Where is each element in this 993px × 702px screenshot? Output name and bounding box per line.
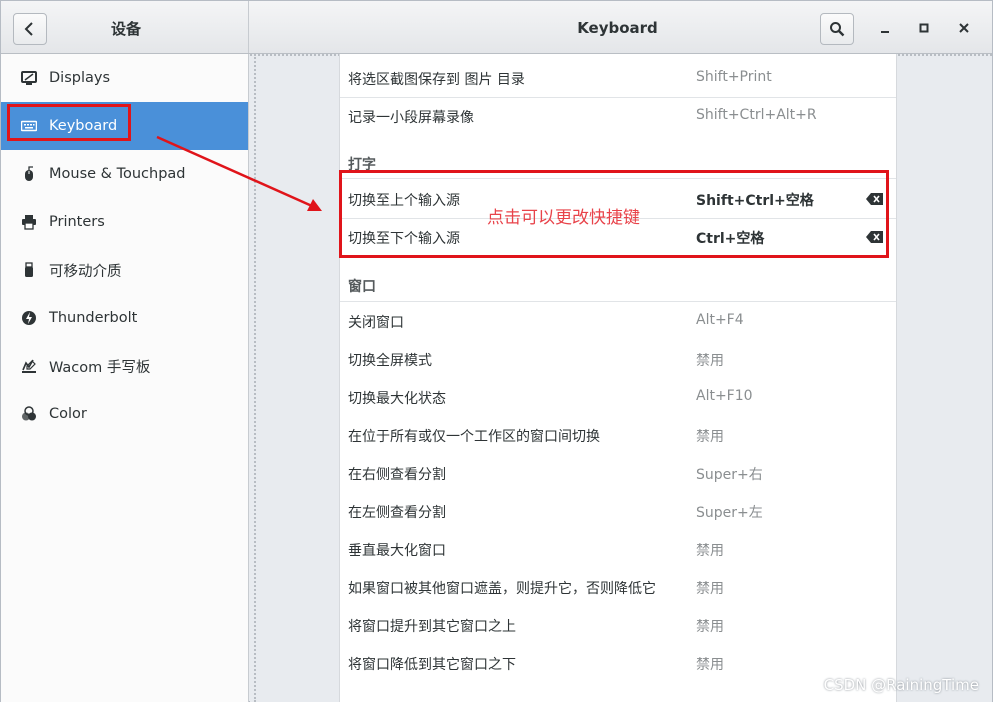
sidebar-item-label: Color <box>49 406 87 422</box>
shortcut-row[interactable]: 在右侧查看分割 Super+右 <box>340 454 896 492</box>
color-icon <box>21 406 37 422</box>
annotation-box-keyboard <box>7 104 131 141</box>
sidebar-item-wacom[interactable]: Wacom 手写板 <box>1 342 248 390</box>
shortcut-accel: Alt+F10 <box>696 388 753 404</box>
shortcut-name: 将窗口提升到其它窗口之上 <box>348 619 516 635</box>
shortcut-row[interactable]: 关闭窗口 Alt+F4 <box>340 302 896 340</box>
sidebar-item-mouse-touchpad[interactable]: Mouse & Touchpad <box>1 150 248 198</box>
shortcut-name: 垂直最大化窗口 <box>348 543 446 559</box>
shortcut-name: 在右侧查看分割 <box>348 467 446 483</box>
thunderbolt-icon <box>21 310 37 326</box>
shortcut-name: 将窗口降低到其它窗口之下 <box>348 657 516 673</box>
shortcut-accel: 禁用 <box>696 619 724 635</box>
sidebar-item-label: Displays <box>49 70 111 86</box>
sidebar-item-label: 可移动介质 <box>49 263 122 280</box>
sidebar-item-label: Mouse & Touchpad <box>49 166 186 182</box>
sidebar-item-displays[interactable]: Displays <box>1 54 248 102</box>
annotation-text: 点击可以更改快捷键 <box>487 208 640 228</box>
usb-drive-icon <box>21 262 37 278</box>
shortcut-name: 如果窗口被其他窗口遮盖，则提升它，否则降低它 <box>348 581 656 597</box>
sidebar-item-color[interactable]: Color <box>1 390 248 438</box>
shortcut-row[interactable]: 将窗口降低到其它窗口之下 禁用 <box>340 644 896 682</box>
section-header-window: 窗口 <box>348 279 376 295</box>
shortcut-row[interactable]: 将窗口提升到其它窗口之上 禁用 <box>340 606 896 644</box>
header-bar: 设备 Keyboard <box>1 1 992 54</box>
shortcut-row[interactable]: 如果窗口被其他窗口遮盖，则提升它，否则降低它 禁用 <box>340 568 896 606</box>
settings-window: 设备 Keyboard Displays Keyboard Mouse & To… <box>0 0 993 702</box>
shortcut-row[interactable]: 在左侧查看分割 Super+左 <box>340 492 896 530</box>
search-icon <box>830 22 845 37</box>
tablet-icon <box>21 358 37 374</box>
shortcut-name: 在左侧查看分割 <box>348 505 446 521</box>
back-chevron-icon <box>24 22 33 36</box>
shortcut-row[interactable]: 切换全屏模式 禁用 <box>340 340 896 378</box>
watermark: CSDN @RainingTime <box>823 676 979 694</box>
shortcut-name: 将选区截图保存到 图片 目录 <box>348 72 525 88</box>
shortcut-accel: Shift+Print <box>696 69 772 85</box>
sidebar: Displays Keyboard Mouse & Touchpad Print… <box>1 54 249 702</box>
shortcut-accel: Shift+Ctrl+Alt+R <box>696 107 817 123</box>
shortcut-row[interactable]: 在位于所有或仅一个工作区的窗口间切换 禁用 <box>340 416 896 454</box>
shortcut-row[interactable]: 记录一小段屏幕录像 Shift+Ctrl+Alt+R <box>340 97 896 135</box>
sidebar-item-label: Thunderbolt <box>49 310 138 326</box>
shortcut-row[interactable]: 将选区截图保存到 图片 目录 Shift+Print <box>340 59 896 97</box>
sidebar-item-label: Printers <box>49 214 105 230</box>
shortcut-row[interactable]: 垂直最大化窗口 禁用 <box>340 530 896 568</box>
shortcut-accel: Super+右 <box>696 467 763 483</box>
maximize-icon <box>919 23 929 33</box>
maximize-button[interactable] <box>913 17 935 39</box>
shortcut-name: 切换最大化状态 <box>348 391 446 407</box>
shortcut-accel: 禁用 <box>696 353 724 369</box>
sidebar-item-thunderbolt[interactable]: Thunderbolt <box>1 294 248 342</box>
shortcut-list[interactable]: 将选区截图保存到 图片 目录 Shift+Print 记录一小段屏幕录像 Shi… <box>339 54 897 702</box>
main-panel: 将选区截图保存到 图片 目录 Shift+Print 记录一小段屏幕录像 Shi… <box>250 54 992 702</box>
shortcut-row[interactable]: 切换最大化状态 Alt+F10 <box>340 378 896 416</box>
shortcut-accel: 禁用 <box>696 429 724 445</box>
close-button[interactable] <box>953 17 975 39</box>
close-icon <box>959 23 969 33</box>
printer-icon <box>21 214 37 230</box>
search-button[interactable] <box>820 13 854 45</box>
shortcut-name: 关闭窗口 <box>348 315 404 331</box>
mouse-icon <box>21 166 37 182</box>
divider <box>254 54 256 702</box>
display-icon <box>21 70 37 86</box>
sidebar-item-removable-media[interactable]: 可移动介质 <box>1 246 248 294</box>
sidebar-header: 设备 <box>1 1 249 53</box>
shortcut-accel: Super+左 <box>696 505 763 521</box>
sidebar-item-printers[interactable]: Printers <box>1 198 248 246</box>
minimize-icon <box>881 31 889 33</box>
shortcut-accel: Alt+F4 <box>696 312 744 328</box>
shortcut-name: 切换全屏模式 <box>348 353 432 369</box>
back-button[interactable] <box>13 13 47 45</box>
shortcut-name: 记录一小段屏幕录像 <box>348 110 474 126</box>
minimize-button[interactable] <box>874 17 896 39</box>
sidebar-title: 设备 <box>110 20 141 38</box>
shortcut-name: 在位于所有或仅一个工作区的窗口间切换 <box>348 429 600 445</box>
shortcut-accel: 禁用 <box>696 581 724 597</box>
shortcut-accel: 禁用 <box>696 657 724 673</box>
shortcut-accel: 禁用 <box>696 543 724 559</box>
sidebar-item-label: Wacom 手写板 <box>49 359 151 376</box>
